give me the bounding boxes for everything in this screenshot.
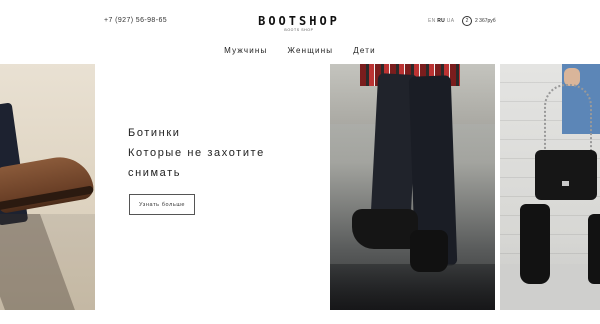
hero-line-2: Которые не захотите [128,147,265,159]
lang-ru[interactable]: RU [437,18,445,24]
site-header: +7 (927) 56-98-65 BOOTSHOP BOOTS SHOP EN… [0,0,600,64]
phone-number[interactable]: +7 (927) 56-98-65 [104,17,167,24]
logo[interactable]: BOOTSHOP BOOTS SHOP [253,14,345,34]
pavement [500,264,600,310]
nav-item-women[interactable]: Женщины [287,46,333,55]
cart-button[interactable]: 2 2 367руб [462,16,496,26]
knee-boot-left [520,204,550,284]
cart-count-badge: 2 [462,16,472,26]
bag-clasp [562,181,569,186]
language-switcher: EN RU UA [428,18,454,24]
hero-image-left [0,64,95,310]
learn-more-button[interactable]: Узнать больше [129,194,195,215]
logo-text: BOOTSHOP [258,14,340,28]
quilted-handbag [535,150,597,200]
hero-headline: Ботинки Которые не захотите снимать [128,123,265,183]
lang-ua[interactable]: UA [447,18,455,24]
hero-image-middle [330,64,495,310]
nav-item-men[interactable]: Мужчины [224,46,267,55]
black-boot-left [352,209,418,249]
main-nav: Мужчины Женщины Дети [0,46,600,55]
wet-pavement [330,264,495,310]
hero-image-right [500,64,600,310]
black-boot-right [410,230,448,272]
knee-boot-right [588,214,600,284]
bag-chain-strap [544,84,592,156]
hero-line-1: Ботинки [128,127,181,139]
lang-en[interactable]: EN [428,18,436,24]
hero-line-3: снимать [128,167,182,179]
cart-total: 2 367руб [475,18,496,24]
nav-item-kids[interactable]: Дети [353,46,376,55]
